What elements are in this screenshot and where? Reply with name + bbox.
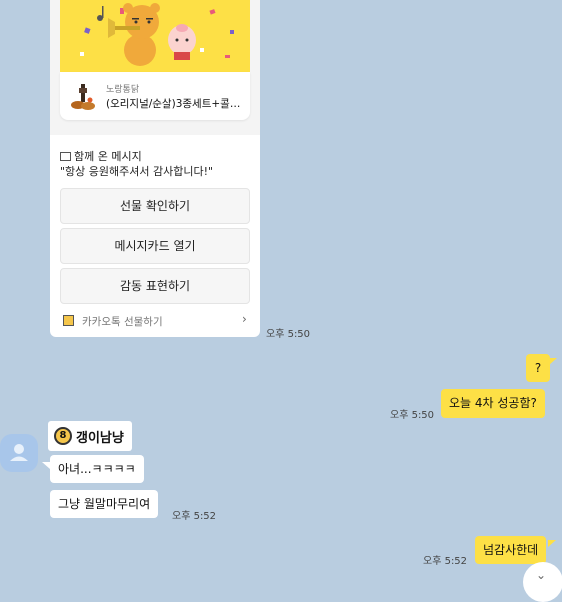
- gift-product[interactable]: 노랑통닭 (오리지널/순살)3종세트+콜라...: [60, 72, 250, 120]
- friend-avatar[interactable]: [0, 434, 38, 472]
- my-message-question[interactable]: ?: [526, 354, 550, 382]
- friend-message-1[interactable]: 아녀...ㅋㅋㅋㅋ: [50, 455, 144, 483]
- product-name: (오리지널/순살)3종세트+콜라...: [106, 98, 246, 110]
- message-text: "항상 응원해주셔서 감사합니다!": [60, 165, 214, 178]
- friend-message-timestamp: 오후 5:52: [172, 511, 217, 522]
- my-message-timestamp: 오후 5:50: [390, 410, 435, 421]
- scroll-down-button[interactable]: ⌄: [523, 562, 562, 602]
- level-badge-number: 8: [59, 430, 67, 441]
- product-brand: 노랑통닭: [106, 85, 140, 95]
- gift-footer-label: 카카오톡 선물하기: [82, 316, 163, 328]
- bubble-tail: [42, 462, 50, 469]
- chevron-right-icon: ›: [242, 312, 247, 326]
- sender-name: 갱이남냥: [76, 430, 124, 446]
- express-thanks-button[interactable]: 감동 표현하기: [60, 268, 250, 304]
- message-label: 함께 온 메시지: [60, 148, 142, 164]
- envelope-icon: [60, 152, 71, 161]
- gift-message-card[interactable]: 노랑통닭 (오리지널/순살)3종세트+콜라... 함께 온 메시지 "항상 응원…: [50, 0, 260, 337]
- ryan-apeach-illustration: [80, 3, 234, 66]
- chevron-down-icon: ⌄: [536, 568, 547, 582]
- product-thumbnail: [68, 82, 98, 112]
- bubble-tail: [549, 358, 557, 365]
- gift-card-header: 노랑통닭 (오리지널/순살)3종세트+콜라...: [50, 0, 260, 135]
- person-icon: [10, 444, 28, 461]
- my-message-thanks[interactable]: 넘감사한데: [475, 536, 547, 564]
- thanks-timestamp: 오후 5:52: [423, 556, 468, 567]
- check-gift-button[interactable]: 선물 확인하기: [60, 188, 250, 224]
- gift-timestamp: 오후 5:50: [266, 329, 311, 340]
- bubble-tail: [548, 540, 556, 547]
- gift-illustration: [60, 0, 250, 72]
- level-badge-icon: 8: [54, 427, 72, 445]
- sender-name-tag[interactable]: 8 갱이남냥: [48, 421, 132, 451]
- open-message-card-button[interactable]: 메시지카드 열기: [60, 228, 250, 264]
- gift-footer-link[interactable]: 카카오톡 선물하기 ›: [50, 308, 260, 337]
- friend-message-2[interactable]: 그냥 월말마무리여: [50, 490, 159, 518]
- my-message-text[interactable]: 오늘 4차 성공함?: [441, 389, 545, 418]
- gift-box-icon: [63, 315, 74, 326]
